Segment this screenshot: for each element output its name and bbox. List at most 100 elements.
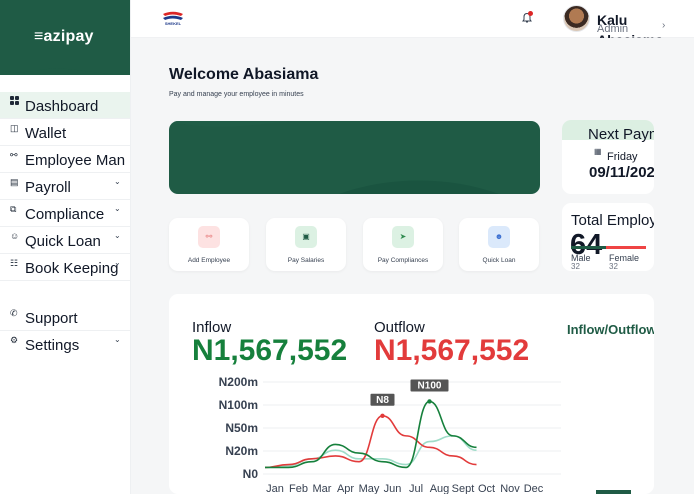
pay-salaries-button[interactable]: ▣ Pay Salaries <box>266 218 346 271</box>
sidebar-item-label: Book Keeping <box>25 260 119 277</box>
x-tick-label: Jan <box>266 483 284 494</box>
book-icon: ☷ <box>10 258 19 268</box>
y-tick-label: N100m <box>219 398 258 412</box>
add-employee-button[interactable]: ⚯ Add Employee <box>169 218 249 271</box>
divider <box>0 280 130 281</box>
user-plus-icon: ⚯ <box>198 226 220 248</box>
female-count: 32 <box>609 262 618 271</box>
page-subtitle: Pay and manage your employee in minutes <box>169 91 304 98</box>
x-tick-label: Sept <box>452 483 475 494</box>
balance-banner <box>169 121 540 194</box>
shekel-logo[interactable]: SHEKEL <box>161 10 185 28</box>
x-tick-label: Apr <box>337 483 354 494</box>
sidebar-item-wallet[interactable]: ◫ Wallet <box>0 119 130 145</box>
banner-wave <box>169 121 499 194</box>
gear-icon: ⚙ <box>10 335 19 345</box>
sidebar-item-label: Payroll <box>25 179 71 196</box>
brand-logo[interactable]: ≡azipay <box>34 28 94 46</box>
sidebar-item-compliance[interactable]: ⧉ Compliance ⌄ <box>0 200 130 226</box>
series-line-outflow <box>264 414 477 469</box>
inflow-outflow-card: Inflow N1,567,552 Outflow N1,567,552 Inf… <box>169 294 654 494</box>
x-tick-label: Dec <box>524 483 544 494</box>
inflow-value: N1,567,552 <box>192 334 348 367</box>
chevron-down-icon: ⌄ <box>114 204 121 213</box>
tooltip-point <box>380 413 385 418</box>
y-tick-label: N50m <box>225 421 258 435</box>
female-ratio-bar <box>606 246 646 249</box>
phone-icon: ✆ <box>10 308 18 318</box>
tooltip-label: N8 <box>376 395 389 406</box>
chevron-down-icon: ⌄ <box>114 177 121 186</box>
copy-icon: ⧉ <box>10 204 17 214</box>
next-payment-day: Friday <box>607 151 638 163</box>
quick-loan-button[interactable]: ☻ Quick Loan <box>459 218 539 271</box>
sidebar: ≡azipay Dashboard ◫ Wallet ⚯ Employee Ma… <box>0 0 131 494</box>
chevron-down-icon: ⌄ <box>114 258 121 267</box>
x-tick-label: Jul <box>409 483 423 494</box>
series-line-inflow <box>264 400 477 469</box>
user-icon: ☺ <box>10 231 20 241</box>
x-tick-label: May <box>359 483 380 494</box>
chevron-right-icon[interactable]: › <box>662 20 665 31</box>
x-tick-label: Oct <box>478 483 495 494</box>
sidebar-item-label: Compliance <box>25 206 105 223</box>
notification-badge <box>528 11 533 16</box>
next-payment-card: Next Payment ▦ Friday 09/11/2023 <box>562 120 654 194</box>
tooltip-point <box>427 399 432 404</box>
sidebar-item-settings[interactable]: ⚙ Settings ⌄ <box>0 331 130 357</box>
brand-band: ≡azipay <box>0 0 130 75</box>
chevron-down-icon: ⌄ <box>114 231 121 240</box>
document-icon: ▤ <box>10 177 19 187</box>
sidebar-item-support[interactable]: ✆ Support <box>0 304 130 330</box>
x-tick-label: Nov <box>500 483 520 494</box>
y-tick-label: N20m <box>225 444 258 458</box>
chevron-down-icon: ⌄ <box>114 335 121 344</box>
sidebar-item-label: Quick Loan <box>25 233 101 250</box>
x-tick-label: Aug <box>430 483 450 494</box>
grid-icon <box>10 96 20 106</box>
sidebar-item-book-keeping[interactable]: ☷ Book Keeping ⌄ <box>0 254 130 280</box>
y-tick-label: N200m <box>219 375 258 389</box>
profile-icon: ☻ <box>488 226 510 248</box>
x-tick-label: Mar <box>313 483 332 494</box>
next-payment-date: 09/11/2023 <box>589 164 654 181</box>
action-label: Add Employee <box>187 257 231 264</box>
sidebar-item-label: Wallet <box>25 125 67 142</box>
x-tick-label: Jun <box>384 483 402 494</box>
y-tick-label: N0 <box>243 467 259 481</box>
cash-icon: ▣ <box>295 226 317 248</box>
total-employees-title: Total Employees <box>571 212 654 229</box>
tooltip-label: N100 <box>418 380 442 391</box>
shekel-logo-text: SHEKEL <box>164 21 182 26</box>
pay-compliances-button[interactable]: ➤ Pay Compliances <box>363 218 443 271</box>
sidebar-item-label: Support <box>25 310 78 327</box>
scroll-indicator <box>596 490 631 494</box>
male-ratio-bar <box>571 246 606 249</box>
chart-title: Inflow/Outflow <box>567 322 654 337</box>
action-label: Pay Compliances <box>377 257 429 264</box>
next-payment-title: Next Payment <box>588 126 654 143</box>
page-title: Welcome Abasiama <box>169 66 319 83</box>
male-count: 32 <box>571 262 580 271</box>
x-tick-label: Feb <box>289 483 308 494</box>
avatar[interactable] <box>563 5 590 32</box>
outflow-value: N1,567,552 <box>374 334 530 367</box>
send-icon: ➤ <box>392 226 414 248</box>
sidebar-item-quick-loan[interactable]: ☺ Quick Loan ⌄ <box>0 227 130 253</box>
sidebar-item-employee-management[interactable]: ⚯ Employee Man <box>0 146 130 172</box>
total-employees-card: Total Employees 64 Male 32 Female 32 <box>562 203 654 271</box>
wallet-icon: ◫ <box>10 123 19 133</box>
user-add-icon: ⚯ <box>10 150 18 160</box>
sidebar-item-label: Employee Man <box>25 152 126 169</box>
main-content: Welcome Abasiama Pay and manage your emp… <box>131 38 694 494</box>
top-bar: SHEKEL Kalu Admin Abasiama › <box>131 0 694 48</box>
brand-wave <box>0 58 130 74</box>
sidebar-item-label: Settings <box>25 337 80 354</box>
sidebar-item-payroll[interactable]: ▤ Payroll ⌄ <box>0 173 130 199</box>
sidebar-item-dashboard[interactable]: Dashboard <box>0 92 130 118</box>
action-label: Pay Salaries <box>287 257 325 264</box>
inflow-outflow-chart: N200m N100m N50m N20m N0 Jan Feb Mar Apr May Jun Ju… <box>219 375 561 494</box>
action-label: Quick Loan <box>482 257 516 264</box>
calendar-icon: ▦ <box>594 147 602 156</box>
sidebar-item-label: Dashboard <box>25 98 99 115</box>
